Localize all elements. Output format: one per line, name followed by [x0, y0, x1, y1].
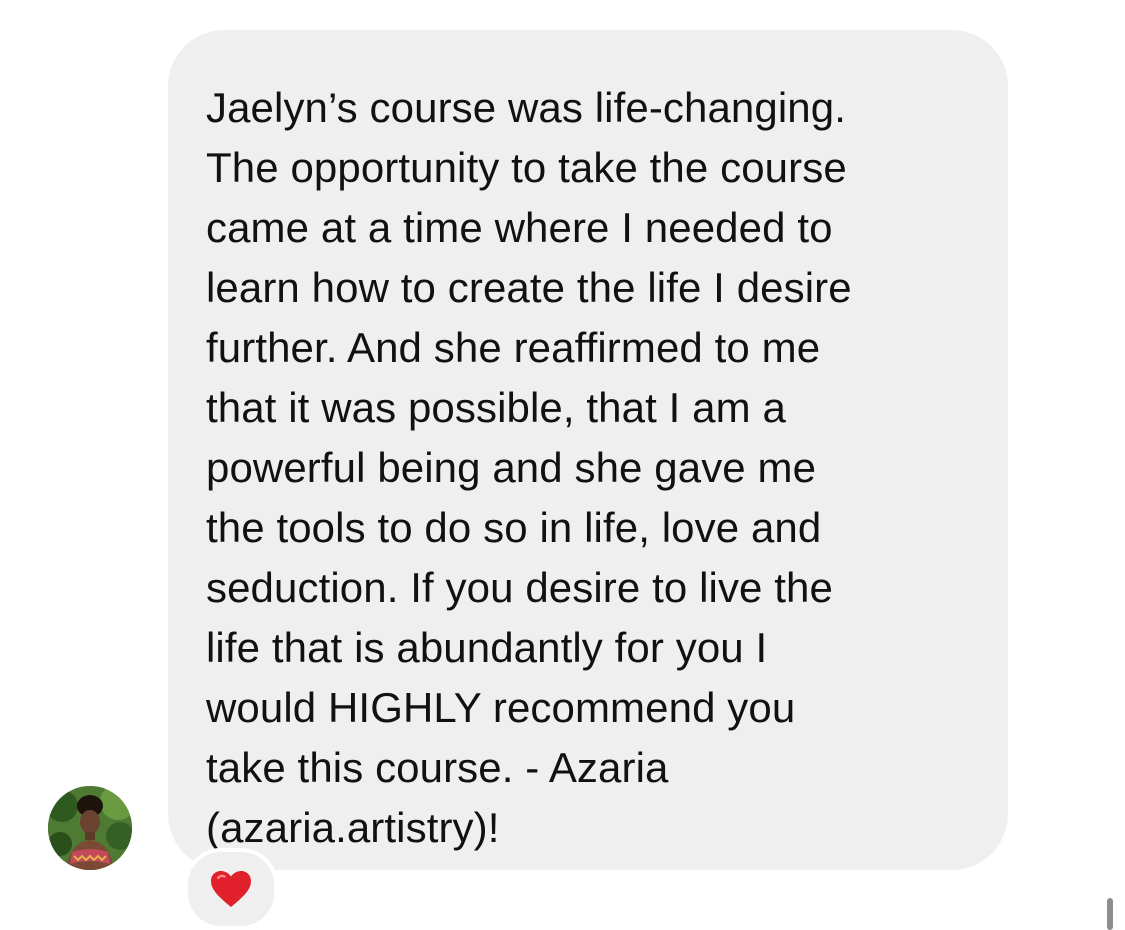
- message-line: would HIGHLY recommend you: [206, 684, 796, 731]
- message-line: seduction. If you desire to live the: [206, 564, 833, 611]
- message-line: powerful being and she gave me: [206, 444, 817, 491]
- message-line: came at a time where I needed to: [206, 204, 833, 251]
- message-line: learn how to create the life I desire: [206, 264, 852, 311]
- sender-avatar[interactable]: [48, 786, 132, 870]
- message-line: Jaelyn’s course was life-changing.: [206, 84, 846, 131]
- message-line: life that is abundantly for you I: [206, 624, 768, 671]
- avatar-photo-icon: [48, 786, 132, 870]
- message-bubble[interactable]: Jaelyn’s course was life-changing. The o…: [168, 30, 1008, 870]
- scrollbar-thumb[interactable]: [1107, 898, 1113, 930]
- red-heart-icon: [211, 871, 251, 907]
- heart-reaction[interactable]: [184, 848, 278, 930]
- message-line: The opportunity to take the course: [206, 144, 847, 191]
- message-line: the tools to do so in life, love and: [206, 504, 822, 551]
- message-line: further. And she reaffirmed to me: [206, 324, 821, 371]
- message-line: that it was possible, that I am a: [206, 384, 786, 431]
- message-line: take this course. - Azaria: [206, 744, 669, 791]
- message-line: (azaria.artistry)!: [206, 804, 500, 851]
